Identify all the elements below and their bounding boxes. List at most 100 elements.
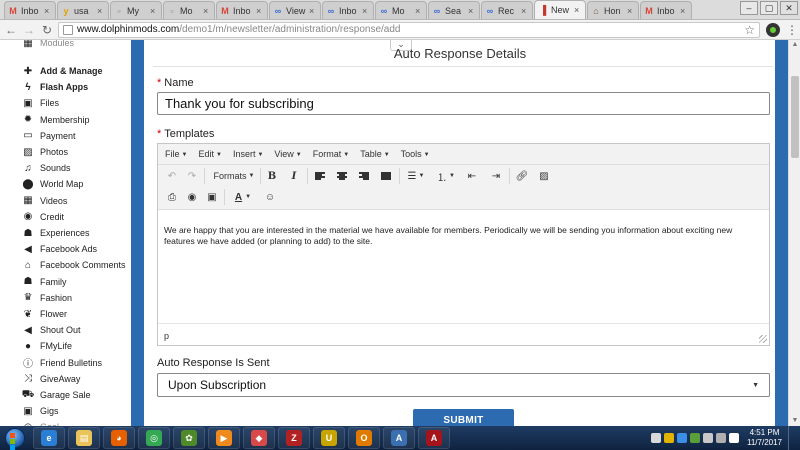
tray-app-icon[interactable]	[651, 433, 661, 443]
back-button[interactable]: ←	[4, 23, 18, 37]
browser-tab[interactable]: ⌂ Hon ×	[587, 1, 639, 19]
browser-tab[interactable]: ∞ Sea ×	[428, 1, 480, 19]
acrobat-taskbar-button[interactable]: A	[418, 427, 450, 449]
undo-icon[interactable]: ↶	[164, 167, 180, 185]
flag-icon[interactable]	[729, 433, 739, 443]
tray-app-icon[interactable]	[664, 433, 674, 443]
indent-icon[interactable]: ⇥	[488, 167, 504, 185]
file-explorer-taskbar-button[interactable]: ▤	[68, 427, 100, 449]
sidebar-item[interactable]: ⬤ World Map	[22, 177, 83, 191]
media-player-taskbar-button[interactable]: ▶	[208, 427, 240, 449]
browser-tab[interactable]: ∞ View ×	[269, 1, 321, 19]
browser-tab[interactable]: ▫ My ×	[110, 1, 162, 19]
sidebar-item[interactable]: ✚ Add & Manage	[22, 64, 103, 78]
close-tab-icon[interactable]: ×	[150, 6, 158, 16]
outlook-taskbar-button[interactable]: O	[348, 427, 380, 449]
dictionary-taskbar-button[interactable]: A	[383, 427, 415, 449]
submit-button[interactable]: SUBMIT	[413, 409, 514, 426]
sidebar-item[interactable]: ⤨ GiveAway	[22, 372, 80, 386]
browser-tab[interactable]: M Inbo ×	[4, 1, 56, 19]
align-left-icon[interactable]	[312, 167, 328, 185]
media-icon[interactable]: ▣	[204, 188, 220, 206]
page-scrollbar[interactable]: ▲ ▼	[788, 40, 800, 426]
tray-app-icon[interactable]	[690, 433, 700, 443]
sidebar-item[interactable]: ◀ Facebook Ads	[22, 242, 97, 256]
sidebar-item[interactable]: ⛟ Garage Sale	[22, 388, 91, 402]
filezilla-taskbar-button[interactable]: Z	[278, 427, 310, 449]
close-tab-icon[interactable]: ×	[680, 6, 688, 16]
numbered-list-icon[interactable]: ⒈ ▼	[434, 167, 458, 185]
sidebar-item[interactable]: ◀ Shout Out	[22, 323, 80, 337]
chrome-taskbar-button[interactable]: ◎	[138, 427, 170, 449]
browser-tab[interactable]: M Inbo ×	[640, 1, 692, 19]
sidebar-item[interactable]: ▭ Payment	[22, 129, 75, 143]
sidebar-item[interactable]: ♫ Sounds	[22, 161, 70, 175]
editor-menu-insert[interactable]: Insert ▼	[233, 149, 263, 159]
sidebar-item[interactable]: ☗ Experiences	[22, 226, 90, 240]
formats-dropdown[interactable]: Formats ▼	[210, 167, 258, 185]
sidebar-item[interactable]: ▣ Files	[22, 96, 59, 110]
element-path[interactable]: p	[164, 331, 169, 341]
close-tab-icon[interactable]: ×	[203, 6, 211, 16]
image-icon[interactable]: ▨	[536, 167, 552, 185]
editor-menu-tools[interactable]: Tools ▼	[401, 149, 430, 159]
sidebar-item[interactable]: ▣ Gigs	[22, 404, 58, 418]
minimize-button[interactable]: –	[740, 1, 758, 15]
sidebar-item[interactable]: ❦ Flower	[22, 307, 67, 321]
auto-response-sent-select[interactable]: Upon Subscription ▼	[157, 373, 770, 397]
scroll-thumb[interactable]	[791, 76, 799, 158]
name-input[interactable]	[157, 92, 770, 115]
bold-icon[interactable]: B	[264, 167, 280, 185]
address-bar[interactable]: www.dolphinmods.com/demo1/m/newsletter/a…	[58, 21, 760, 38]
resize-handle-icon[interactable]	[759, 335, 767, 343]
editor-menu-view[interactable]: View ▼	[274, 149, 301, 159]
close-tab-icon[interactable]: ×	[256, 6, 264, 16]
firefox-taskbar-button[interactable]: ◕	[103, 427, 135, 449]
sidebar-item[interactable]: ● FMyLife	[22, 339, 72, 353]
editor-content-area[interactable]: We are happy that you are interested in …	[158, 211, 769, 323]
browser-tab[interactable]: ∞ Rec ×	[481, 1, 533, 19]
editor-menu-table[interactable]: Table ▼	[360, 149, 389, 159]
preview-eye-icon[interactable]: ◉	[184, 188, 200, 206]
align-center-icon[interactable]	[334, 167, 350, 185]
browser-menu-icon[interactable]: ⋮	[786, 23, 798, 37]
close-tab-icon[interactable]: ×	[468, 6, 476, 16]
sidebar-item[interactable]: ◉ Credit	[22, 210, 64, 224]
maximize-button[interactable]: ▢	[760, 1, 778, 15]
sidebar-item[interactable]: ⓘ Friend Bulletins	[22, 356, 102, 371]
browser-tab[interactable]: y usa ×	[57, 1, 109, 19]
show-desktop-button[interactable]	[788, 426, 796, 450]
close-tab-icon[interactable]: ×	[97, 6, 105, 16]
sidebar-item[interactable]: ♛ Fashion	[22, 291, 73, 305]
browser-tab[interactable]: ▐ New ×	[534, 0, 586, 19]
editor-menu-file[interactable]: File ▼	[165, 149, 187, 159]
browser-tab[interactable]: M Inbo ×	[216, 1, 268, 19]
sidebar-item[interactable]: ▦ Videos	[22, 194, 67, 208]
reload-button[interactable]: ↻	[40, 23, 54, 37]
scroll-down-arrow-icon[interactable]: ▼	[789, 416, 800, 426]
close-tab-icon[interactable]: ×	[362, 6, 370, 16]
italic-icon[interactable]: I	[286, 167, 302, 185]
emoticon-icon[interactable]: ☺	[262, 188, 278, 206]
redo-icon[interactable]: ↷	[184, 167, 200, 185]
sidebar-item[interactable]: ⌂ Facebook Comments	[22, 258, 126, 272]
align-right-icon[interactable]	[356, 167, 372, 185]
close-tab-icon[interactable]: ×	[415, 6, 423, 16]
sidebar-item[interactable]: ϟ Flash Apps	[22, 80, 88, 94]
ue-editor-taskbar-button[interactable]: U	[313, 427, 345, 449]
close-tab-icon[interactable]: ×	[521, 6, 529, 16]
tray-app-icon[interactable]	[677, 433, 687, 443]
system-clock[interactable]: 4:51 PM 11/7/2017	[747, 428, 782, 448]
scroll-up-arrow-icon[interactable]: ▲	[789, 40, 800, 50]
page-info-icon[interactable]	[63, 24, 73, 35]
close-tab-icon[interactable]: ×	[309, 6, 317, 16]
text-color-icon[interactable]: A ▼	[230, 188, 256, 206]
bullet-list-icon[interactable]: ☰ ▼	[404, 167, 428, 185]
sidebar-item[interactable]: ☗ Family	[22, 275, 67, 289]
internet-explorer-taskbar-button[interactable]: e	[33, 427, 65, 449]
link-icon[interactable]: 🔗︎	[514, 167, 530, 185]
close-window-button[interactable]: ✕	[780, 1, 798, 15]
close-tab-icon[interactable]: ×	[574, 5, 582, 15]
close-tab-icon[interactable]: ×	[44, 6, 52, 16]
start-button[interactable]	[0, 426, 30, 450]
